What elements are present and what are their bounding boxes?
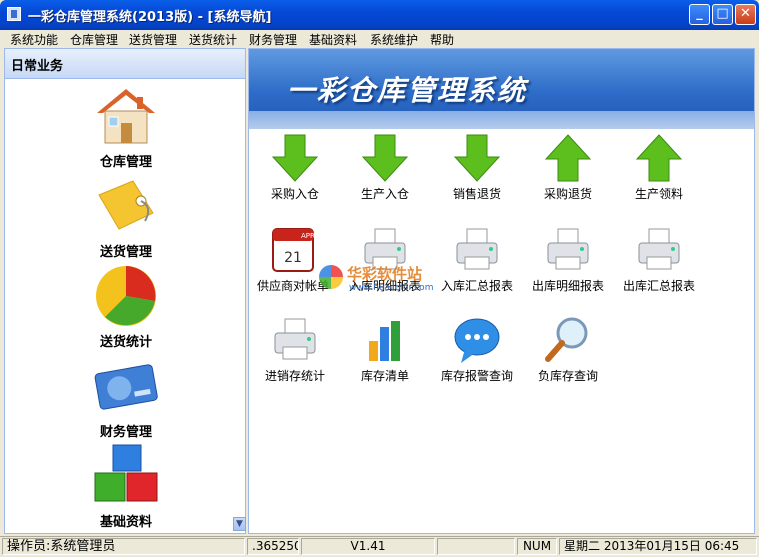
tile-label: 采购退货 (543, 187, 592, 201)
left-nav-panel: 日常业务 仓库管理 送货管理 送货统计 财务管理 基础资料 ▼ (4, 48, 246, 534)
calendar-month: APR (301, 232, 315, 240)
status-operator: 操作员:系统管理员 (2, 538, 245, 555)
status-bar: 操作员:系统管理员 .365250 V1.41 NUM 星期二 2013年01月… (0, 536, 759, 557)
menu-delivery-stats[interactable]: 送货统计 (189, 31, 237, 48)
chevron-down-icon: ▼ (236, 519, 243, 529)
menu-system[interactable]: 系统功能 (10, 31, 58, 48)
tile-label: 进销存统计 (264, 369, 325, 383)
window-title: 一彩仓库管理系统(2013版) - [系统导航] (28, 10, 272, 25)
tile-out-summary-report[interactable]: 出库汇总报表 (617, 225, 701, 294)
nav-item-finance[interactable]: 财务管理 (67, 353, 185, 440)
app-icon[interactable] (7, 7, 21, 21)
house-icon (93, 83, 159, 149)
menu-basic-data[interactable]: 基础资料 (309, 31, 357, 48)
tile-label: 入库汇总报表 (440, 279, 513, 293)
tile-stock-list[interactable]: 库存清单 (343, 315, 427, 384)
nav-label-finance: 财务管理 (99, 425, 152, 440)
printer-icon (359, 225, 411, 275)
tile-label: 供应商对帐单 (256, 279, 329, 293)
left-panel-title: 日常业务 (11, 59, 64, 74)
status-datetime: 星期二 2013年01月15日 06:45 (559, 538, 757, 555)
tile-production-pick[interactable]: 生产领料 (617, 133, 701, 202)
tile-purchase-return[interactable]: 采购退货 (526, 133, 610, 202)
tile-label: 负库存查询 (537, 369, 598, 383)
printer-icon (269, 315, 321, 365)
bar-chart-icon (359, 315, 411, 365)
tile-purchase-in[interactable]: 采购入仓 (253, 133, 337, 202)
arrow-up-icon (542, 133, 594, 183)
tile-label: 生产入仓 (360, 187, 409, 201)
tile-label: 库存报警查询 (440, 369, 513, 383)
status-code: .365250 (247, 538, 299, 555)
tile-production-in[interactable]: 生产入仓 (343, 133, 427, 202)
magnifier-icon (542, 315, 594, 365)
nav-item-basic-data[interactable]: 基础资料 (67, 443, 185, 530)
printer-icon (451, 225, 503, 275)
scroll-down-button[interactable]: ▼ (233, 517, 246, 531)
arrow-up-icon (633, 133, 685, 183)
nav-label-delivery: 送货管理 (99, 245, 152, 260)
calendar-day: 21 (284, 250, 302, 266)
status-spacer (437, 538, 515, 555)
tile-label: 销售退货 (452, 187, 501, 201)
nav-item-delivery[interactable]: 送货管理 (67, 173, 185, 260)
arrow-down-icon (359, 133, 411, 183)
menu-warehouse[interactable]: 仓库管理 (70, 31, 118, 48)
status-num: NUM (517, 538, 557, 555)
minimize-icon: _ (696, 6, 703, 21)
tile-inventory-stats[interactable]: 进销存统计 (253, 315, 337, 384)
arrow-down-icon (451, 133, 503, 183)
tile-out-detail-report[interactable]: 出库明细报表 (526, 225, 610, 294)
tile-sales-return[interactable]: 销售退货 (435, 133, 519, 202)
menu-maintenance[interactable]: 系统维护 (370, 31, 418, 48)
printer-icon (542, 225, 594, 275)
tile-negative-stock-query[interactable]: 负库存查询 (526, 315, 610, 384)
maximize-button[interactable]: □ (712, 4, 733, 25)
nav-label-basic-data: 基础资料 (99, 515, 152, 530)
tile-label: 入库明细报表 (348, 279, 421, 293)
banner-title: 一彩仓库管理系统 (287, 74, 528, 107)
title-bar: 一彩仓库管理系统(2013版) - [系统导航] _ □ ✕ (0, 0, 759, 30)
left-panel-header: 日常业务 (5, 49, 245, 79)
tile-label: 生产领料 (634, 187, 683, 201)
close-icon: ✕ (740, 6, 751, 21)
nav-label-warehouse: 仓库管理 (99, 155, 152, 170)
banner: 一彩仓库管理系统 (249, 49, 754, 129)
tile-label: 库存清单 (360, 369, 409, 383)
tile-label: 出库明细报表 (531, 279, 604, 293)
main-panel: 一彩仓库管理系统 采购入仓 生产入仓 销售退货 采购退货 生产领料 APR 21… (248, 48, 755, 534)
status-version: V1.41 (301, 538, 435, 555)
menu-delivery[interactable]: 送货管理 (129, 31, 177, 48)
menu-help[interactable]: 帮助 (430, 31, 454, 48)
blocks-icon (93, 443, 159, 509)
credit-card-icon (93, 353, 159, 419)
menu-bar: 系统功能 仓库管理 送货管理 送货统计 财务管理 基础资料 系统维护 帮助 (0, 30, 759, 48)
speech-bubble-icon (451, 315, 503, 365)
tile-label: 出库汇总报表 (622, 279, 695, 293)
menu-finance[interactable]: 财务管理 (249, 31, 297, 48)
tile-label: 采购入仓 (270, 187, 319, 201)
tag-icon (93, 173, 159, 239)
nav-label-delivery-stats: 送货统计 (99, 335, 152, 350)
tile-in-detail-report[interactable]: 入库明细报表 (343, 225, 427, 294)
pie-chart-icon (93, 263, 159, 329)
tile-stock-alert-query[interactable]: 库存报警查询 (435, 315, 519, 384)
calendar-icon: APR 21 (267, 225, 319, 275)
maximize-icon: □ (716, 6, 729, 21)
tile-supplier-statement[interactable]: APR 21 供应商对帐单 (251, 225, 335, 294)
printer-icon (633, 225, 685, 275)
close-button[interactable]: ✕ (735, 4, 756, 25)
banner-stripe (249, 111, 754, 129)
nav-item-delivery-stats[interactable]: 送货统计 (67, 263, 185, 350)
minimize-button[interactable]: _ (689, 4, 710, 25)
tile-in-summary-report[interactable]: 入库汇总报表 (435, 225, 519, 294)
arrow-down-icon (269, 133, 321, 183)
nav-item-warehouse[interactable]: 仓库管理 (67, 83, 185, 170)
